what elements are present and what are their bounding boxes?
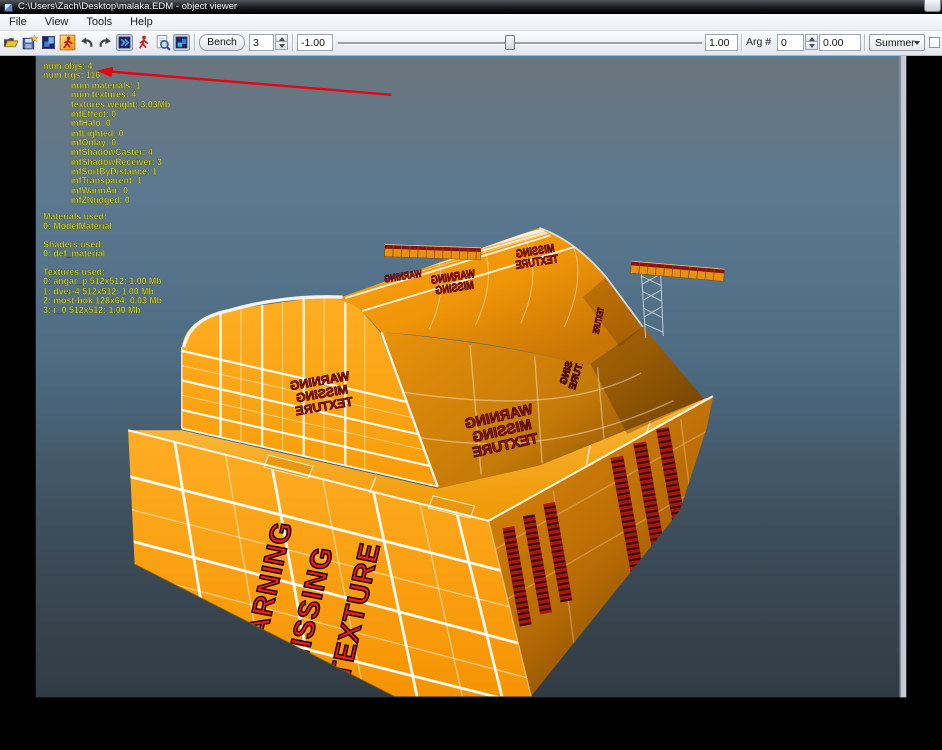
toolbar-separator (194, 34, 195, 51)
toolbar-separator (741, 34, 742, 51)
slider-track[interactable] (338, 42, 702, 45)
svg-text:3: r_0 512x512: 1.00 Mb: 3: r_0 512x512: 1.00 Mb (43, 305, 140, 315)
redo-icon[interactable] (97, 34, 114, 51)
window-right-border-line (899, 56, 902, 698)
spinner-up-icon[interactable] (805, 34, 818, 42)
toolbar-separator (292, 34, 293, 51)
zoom-page-icon[interactable] (154, 34, 171, 51)
toolbar: Bench Arg # Summer (0, 31, 942, 56)
bench-button[interactable]: Bench (199, 34, 245, 51)
arg-spinner (805, 34, 818, 51)
svg-text:num textures: 4: num textures: 4 (71, 90, 136, 100)
run-model-icon[interactable] (59, 34, 76, 51)
menu-help[interactable]: Help (121, 14, 162, 30)
spinner-down-icon[interactable] (275, 42, 288, 50)
svg-text:mfZNudged: 0: mfZNudged: 0 (71, 195, 130, 205)
copy-model-icon[interactable] (40, 34, 57, 51)
svg-text:num trgs: 116: num trgs: 116 (43, 70, 100, 80)
animate-icon[interactable] (135, 34, 152, 51)
speed-field[interactable] (297, 34, 333, 51)
window-controls-partial[interactable] (924, 0, 941, 12)
animation-slider[interactable] (338, 34, 702, 51)
texture-info-icon[interactable] (173, 34, 190, 51)
svg-text:mfHalo: 0: mfHalo: 0 (71, 118, 111, 128)
undo-icon[interactable] (78, 34, 95, 51)
open-folder-icon[interactable] (2, 34, 19, 51)
toolbar-checkbox[interactable] (929, 37, 940, 48)
arg-number-field[interactable] (777, 34, 804, 51)
save-as-icon[interactable] (21, 34, 38, 51)
svg-text:0: ModelMaterial: 0: ModelMaterial (43, 221, 112, 231)
season-value: Summer (875, 37, 915, 49)
object-viewer-window: C:\Users\Zach\Desktop\malaka.EDM - objec… (0, 0, 942, 750)
menu-bar: File View Tools Help (0, 14, 942, 31)
app-icon (4, 2, 13, 12)
season-select[interactable]: Summer (869, 34, 925, 51)
viewport-3d[interactable]: WARNING MISSING TEXTURE WARNING MISSING … (0, 56, 942, 750)
fast-forward-icon[interactable] (116, 34, 133, 51)
title-bar[interactable]: C:\Users\Zach\Desktop\malaka.EDM - objec… (0, 0, 942, 14)
bench-count-spinner (275, 34, 288, 51)
svg-text:mfShadowCaster: 4: mfShadowCaster: 4 (71, 147, 153, 157)
svg-text:0: angar_p 512x512: 1.00 Mb: 0: angar_p 512x512: 1.00 Mb (43, 276, 161, 286)
svg-text:0: def_material: 0: def_material (43, 249, 105, 259)
bench-count-field[interactable] (249, 34, 274, 51)
arg-value-field[interactable] (819, 34, 861, 51)
slider-handle[interactable] (505, 35, 515, 50)
spinner-up-icon[interactable] (275, 34, 288, 42)
svg-text:mfTransparent: 1: mfTransparent: 1 (71, 176, 142, 186)
spinner-down-icon[interactable] (805, 42, 818, 50)
slider-value-field[interactable] (705, 34, 738, 51)
menu-view[interactable]: View (36, 14, 78, 30)
viewport-top-edge (35, 56, 907, 58)
toolbar-separator (864, 34, 865, 51)
window-title: C:\Users\Zach\Desktop\malaka.EDM - objec… (18, 1, 238, 12)
arg-label: Arg # (746, 36, 772, 48)
chevron-down-icon (914, 41, 920, 45)
menu-file[interactable]: File (0, 14, 36, 30)
menu-tools[interactable]: Tools (77, 14, 121, 30)
